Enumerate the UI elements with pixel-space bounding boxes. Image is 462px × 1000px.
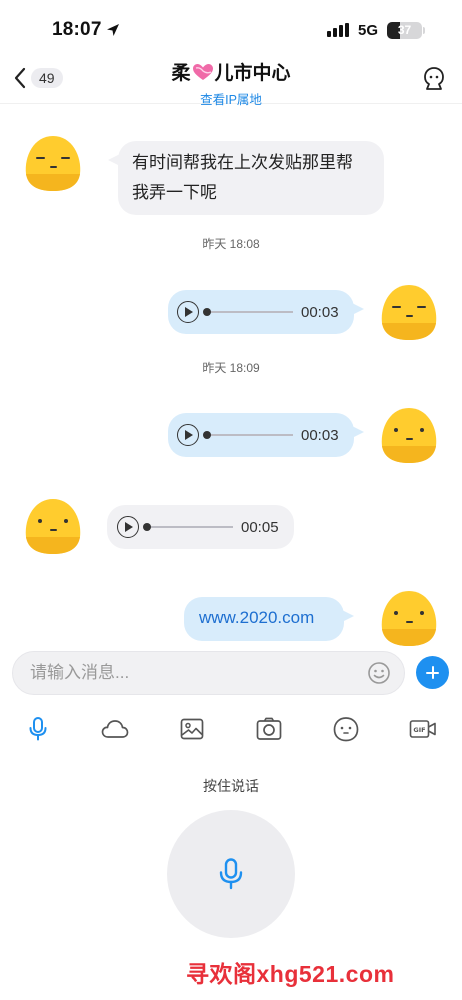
avatar-contact[interactable] [24, 134, 82, 192]
signal-icon [327, 23, 349, 37]
profile-icon[interactable] [422, 66, 446, 92]
chat-title-part2: 儿市中心 [214, 63, 291, 84]
avatar-self[interactable] [380, 406, 438, 464]
cloud-icon[interactable] [101, 716, 129, 742]
add-button[interactable] [416, 656, 449, 689]
play-icon[interactable] [117, 516, 139, 538]
hold-to-talk-label: 按住说话 [203, 778, 259, 794]
voice-player[interactable]: 00:03 [177, 301, 339, 323]
voice-duration: 00:03 [301, 303, 339, 321]
chat-header: 49 柔 儿市中心 查看IP属地 [0, 56, 462, 107]
message-input[interactable] [30, 652, 360, 694]
message-text-line2: 我弄一下呢 [132, 183, 217, 202]
mic-icon [219, 858, 243, 890]
message-link[interactable]: www.2020.com [199, 608, 314, 628]
watermark-text: 寻欢阁xhg521.com [186, 961, 395, 987]
emoji-icon[interactable] [367, 661, 391, 685]
message-text-line1: 有时间帮我在上次发贴那里帮 [132, 153, 353, 172]
voice-duration: 00:03 [301, 426, 339, 444]
avatar-self[interactable] [380, 283, 438, 341]
camera-icon[interactable] [255, 716, 283, 742]
voice-duration: 00:05 [241, 518, 279, 536]
record-button[interactable] [167, 810, 295, 938]
bubble-tail [350, 425, 364, 439]
voice-player[interactable]: 00:03 [177, 424, 339, 446]
heart-icon [192, 63, 213, 80]
battery-cap [423, 27, 425, 34]
chat-title: 柔 儿市中心 [100, 58, 362, 85]
voice-player[interactable]: 00:05 [117, 516, 279, 538]
message-input-box[interactable] [12, 651, 405, 695]
chevron-left-icon [14, 67, 26, 89]
image-icon[interactable] [178, 716, 206, 742]
play-icon[interactable] [177, 301, 199, 323]
status-bar: 18:07 5G 37 [0, 0, 462, 56]
avatar-self[interactable] [380, 589, 438, 647]
location-arrow-icon [107, 24, 119, 36]
chat-title-area[interactable]: 柔 儿市中心 查看IP属地 [100, 58, 362, 108]
ip-location-link[interactable]: 查看IP属地 [100, 89, 362, 108]
voice-progress-track[interactable] [203, 431, 293, 439]
sticker-icon[interactable] [332, 716, 360, 742]
voice-progress-track[interactable] [203, 308, 293, 316]
timestamp: 昨天 18:09 [202, 361, 260, 375]
svg-text:GIF: GIF [413, 726, 425, 734]
battery-level: 37 [397, 23, 412, 37]
play-icon[interactable] [177, 424, 199, 446]
unread-count-badge: 49 [31, 68, 63, 88]
bubble-tail [340, 609, 354, 623]
battery-icon: 37 [387, 22, 422, 39]
bubble-tail [108, 153, 122, 167]
mic-icon[interactable] [24, 716, 52, 742]
back-button[interactable]: 49 [14, 64, 63, 92]
voice-progress-track[interactable] [143, 523, 233, 531]
network-type: 5G [358, 22, 379, 39]
avatar-contact[interactable] [24, 497, 82, 555]
link-message-bubble[interactable]: www.2020.com [184, 597, 354, 641]
gif-icon[interactable]: GIF [409, 716, 437, 742]
message-bubble-text[interactable]: 有时间帮我在上次发贴那里帮 我弄一下呢 [108, 141, 384, 215]
bubble-tail [350, 302, 364, 316]
status-time: 18:07 [52, 19, 102, 40]
timestamp: 昨天 18:08 [202, 237, 260, 251]
chat-title-part1: 柔 [171, 63, 191, 84]
